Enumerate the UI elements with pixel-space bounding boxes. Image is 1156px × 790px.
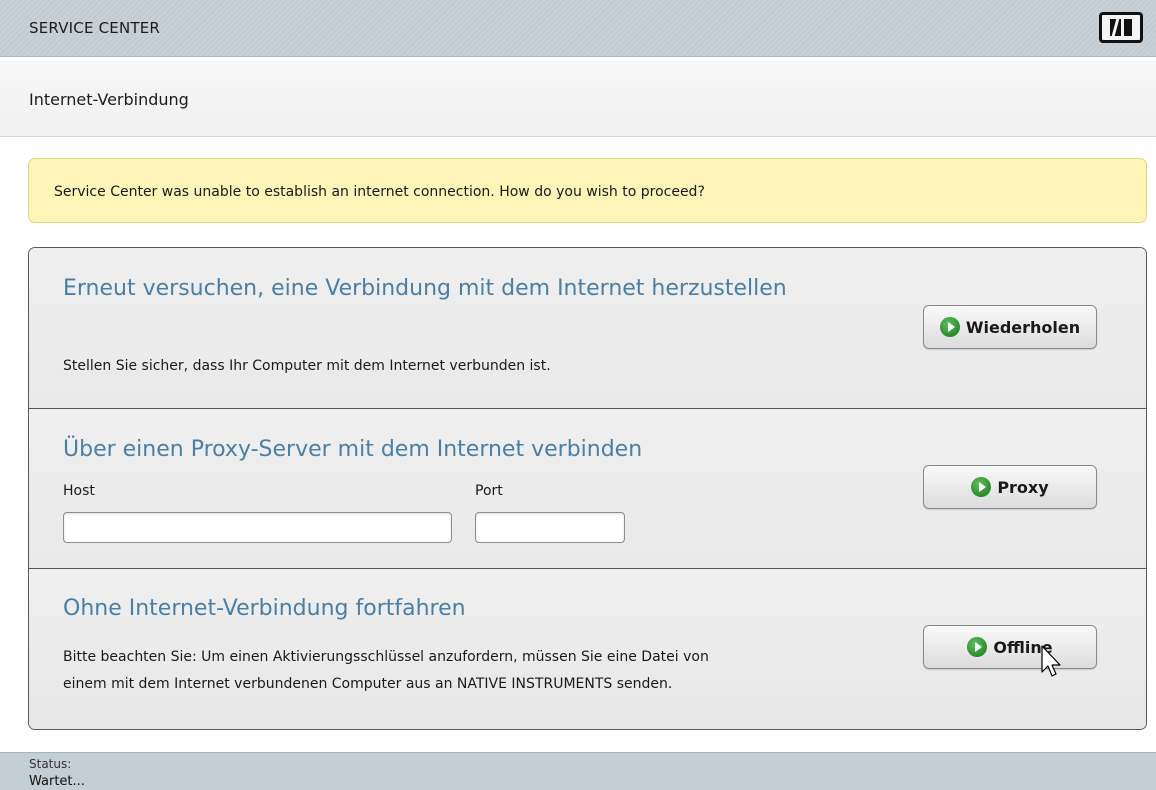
proxy-button[interactable]: Proxy <box>923 465 1097 509</box>
retry-title: Erneut versuchen, eine Verbindung mit de… <box>63 276 787 301</box>
retry-text: Stellen Sie sicher, dass Ihr Computer mi… <box>63 358 551 374</box>
offline-text-line1: Bitte beachten Sie: Um einen Aktivierung… <box>63 649 709 665</box>
offline-section: Ohne Internet-Verbindung fortfahren Offl… <box>29 569 1146 729</box>
connection-options-panel: Erneut versuchen, eine Verbindung mit de… <box>28 247 1147 730</box>
warning-alert: Service Center was unable to establish a… <box>28 158 1147 223</box>
proxy-title: Über einen Proxy-Server mit dem Internet… <box>63 437 643 462</box>
alert-message: Service Center was unable to establish a… <box>54 184 705 200</box>
status-bar: Status: Wartet... <box>0 752 1156 790</box>
mouse-cursor-icon <box>1041 645 1061 677</box>
page-title: Internet-Verbindung <box>29 90 189 109</box>
title-bar: SERVICE CENTER <box>0 0 1156 57</box>
retry-button[interactable]: Wiederholen <box>923 305 1097 349</box>
proxy-button-label: Proxy <box>997 477 1049 497</box>
status-label: Status: <box>29 757 72 771</box>
retry-section: Erneut versuchen, eine Verbindung mit de… <box>29 248 1146 409</box>
page-header: Internet-Verbindung <box>0 60 1156 137</box>
status-value: Wartet... <box>29 774 85 789</box>
port-label: Port <box>475 483 503 499</box>
play-icon <box>971 477 992 497</box>
offline-button[interactable]: Offline <box>923 625 1097 669</box>
offline-text-line2: einem mit dem Internet verbundenen Compu… <box>63 676 673 692</box>
play-icon <box>967 637 988 657</box>
host-label: Host <box>63 483 95 499</box>
proxy-section: Über einen Proxy-Server mit dem Internet… <box>29 409 1146 569</box>
retry-button-label: Wiederholen <box>965 317 1081 337</box>
window-title: SERVICE CENTER <box>29 19 161 37</box>
play-icon <box>939 317 960 337</box>
offline-title: Ohne Internet-Verbindung fortfahren <box>63 596 466 621</box>
host-input[interactable] <box>63 512 452 543</box>
port-input[interactable] <box>475 512 625 543</box>
ni-logo-icon <box>1099 12 1143 43</box>
